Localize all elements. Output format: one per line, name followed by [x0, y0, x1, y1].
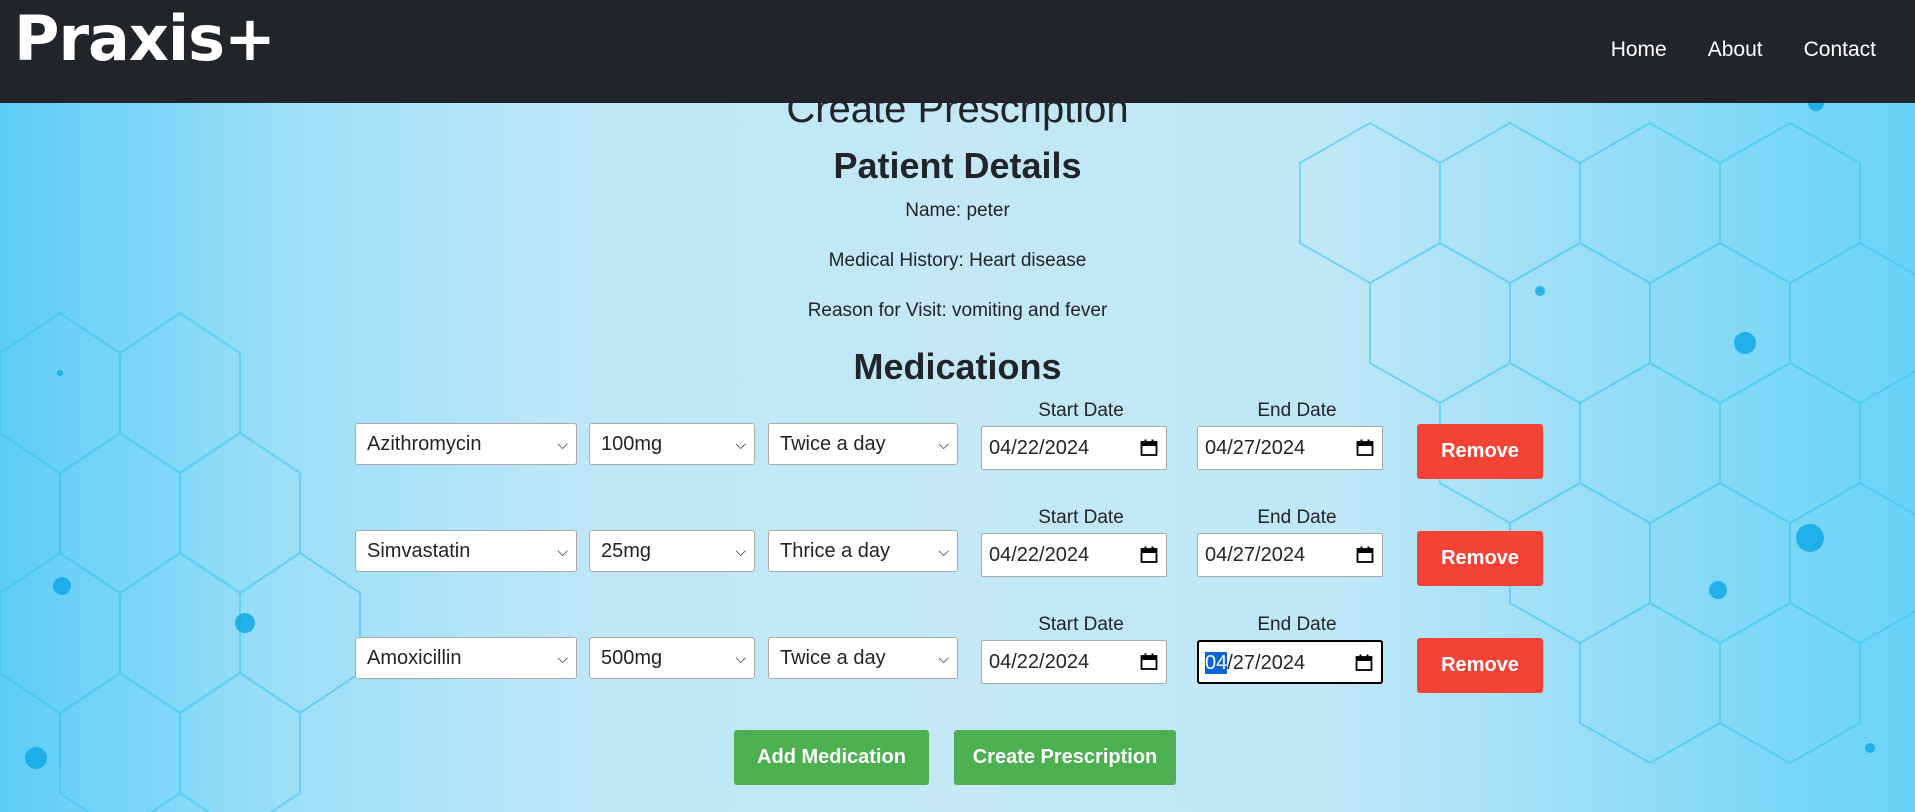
dose-select-value: 25mg: [601, 540, 652, 562]
brand-logo[interactable]: Praxis+: [14, 2, 276, 75]
drug-select[interactable]: Simvastatin ⌵: [355, 530, 577, 572]
drug-select[interactable]: Amoxicillin ⌵: [355, 637, 577, 679]
remove-button[interactable]: Remove: [1417, 424, 1543, 479]
chevron-down-icon: ⌵: [938, 436, 949, 452]
patient-details-heading: Patient Details: [833, 145, 1082, 186]
frequency-select-value: Thrice a day: [780, 540, 891, 562]
start-date-value: 04/22/2024: [989, 544, 1090, 566]
start-date-label: Start Date: [1038, 614, 1124, 635]
end-date-value: 04/27/2024: [1205, 544, 1306, 566]
start-date-label: Start Date: [1038, 400, 1124, 421]
frequency-select[interactable]: Twice a day ⌵: [768, 637, 958, 679]
drug-select-value: Simvastatin: [367, 540, 471, 562]
nav-contact-link[interactable]: Contact: [1804, 38, 1876, 62]
end-date-input[interactable]: 04/27/2024: [1197, 533, 1383, 577]
dose-select-value: 100mg: [601, 433, 663, 455]
chevron-down-icon: ⌵: [557, 650, 568, 666]
calendar-icon[interactable]: [1140, 439, 1158, 457]
create-prescription-button[interactable]: Create Prescription: [954, 730, 1176, 785]
patient-name: Name: peter: [905, 200, 1010, 221]
chevron-down-icon: ⌵: [938, 650, 949, 666]
start-date-value: 04/22/2024: [989, 651, 1090, 673]
end-date-input[interactable]: 04/27/2024: [1197, 426, 1383, 470]
reason-for-visit: Reason for Visit: vomiting and fever: [807, 300, 1108, 321]
calendar-icon[interactable]: [1140, 546, 1158, 564]
medications-heading: Medications: [853, 346, 1062, 387]
drug-select[interactable]: Azithromycin ⌵: [355, 423, 577, 465]
end-date-month-selected: 04: [1205, 652, 1228, 674]
end-date-rest: /27/2024: [1227, 652, 1306, 674]
medical-history: Medical History: Heart disease: [828, 250, 1087, 271]
dose-select-value: 500mg: [601, 647, 663, 669]
chevron-down-icon: ⌵: [735, 436, 746, 452]
calendar-icon[interactable]: [1356, 546, 1374, 564]
end-date-value: 04/27/2024: [1205, 437, 1306, 459]
nav-home-link[interactable]: Home: [1611, 38, 1667, 62]
nav-links: Home About Contact: [1570, 38, 1876, 62]
calendar-icon[interactable]: [1140, 653, 1158, 671]
dose-select[interactable]: 25mg ⌵: [589, 530, 755, 572]
prescription-form: Create Prescription Patient Details Name…: [0, 87, 1915, 812]
remove-button[interactable]: Remove: [1417, 638, 1543, 693]
dose-select[interactable]: 100mg ⌵: [589, 423, 755, 465]
calendar-icon[interactable]: [1355, 654, 1373, 672]
chevron-down-icon: ⌵: [938, 543, 949, 559]
dose-select[interactable]: 500mg ⌵: [589, 637, 755, 679]
nav-about-link[interactable]: About: [1708, 38, 1763, 62]
start-date-value: 04/22/2024: [989, 437, 1090, 459]
frequency-select-value: Twice a day: [780, 433, 886, 455]
start-date-input[interactable]: 04/22/2024: [981, 426, 1167, 470]
calendar-icon[interactable]: [1356, 439, 1374, 457]
drug-select-value: Amoxicillin: [367, 647, 462, 669]
end-date-input[interactable]: 04/27/2024: [1197, 640, 1383, 684]
chevron-down-icon: ⌵: [557, 543, 568, 559]
end-date-label: End Date: [1257, 400, 1337, 421]
chevron-down-icon: ⌵: [735, 650, 746, 666]
add-medication-button[interactable]: Add Medication: [734, 730, 929, 785]
chevron-down-icon: ⌵: [735, 543, 746, 559]
start-date-input[interactable]: 04/22/2024: [981, 640, 1167, 684]
start-date-input[interactable]: 04/22/2024: [981, 533, 1167, 577]
navbar: Praxis+ Home About Contact: [0, 0, 1915, 103]
frequency-select[interactable]: Thrice a day ⌵: [768, 530, 958, 572]
frequency-select-value: Twice a day: [780, 647, 886, 669]
chevron-down-icon: ⌵: [557, 436, 568, 452]
drug-select-value: Azithromycin: [367, 433, 482, 455]
remove-button[interactable]: Remove: [1417, 531, 1543, 586]
end-date-label: End Date: [1257, 507, 1337, 528]
end-date-label: End Date: [1257, 614, 1337, 635]
start-date-label: Start Date: [1038, 507, 1124, 528]
frequency-select[interactable]: Twice a day ⌵: [768, 423, 958, 465]
